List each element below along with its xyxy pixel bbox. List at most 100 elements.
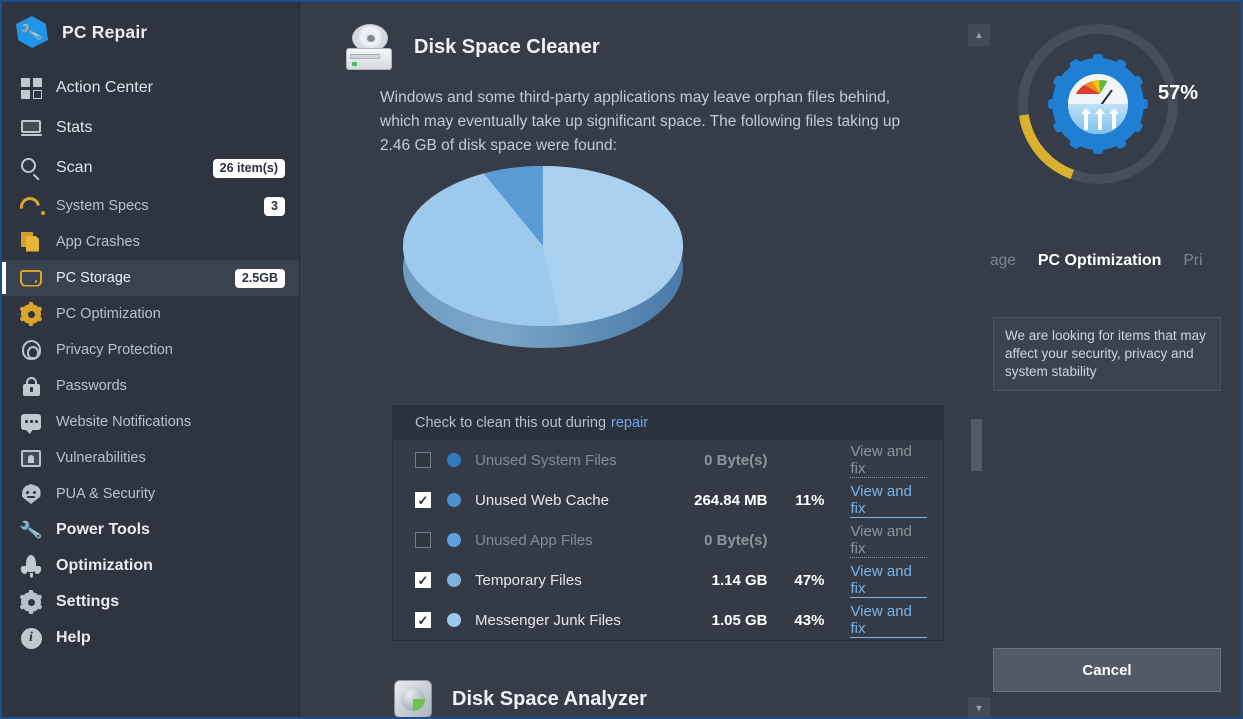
sidebar-item-label: Vulnerabilities	[56, 450, 146, 466]
search-icon	[20, 157, 42, 181]
sidebar-item-settings[interactable]: Settings	[2, 584, 299, 620]
lock-icon	[20, 375, 42, 397]
row-size: 1.14 GB	[711, 571, 768, 589]
sidebar-item-vulnerabilities[interactable]: Vulnerabilities	[2, 440, 299, 476]
sidebar-item-label: App Crashes	[56, 234, 140, 250]
row-size: 264.84 MB	[694, 491, 768, 509]
sidebar-item-pc-storage[interactable]: PC Storage 2.5GB	[2, 260, 299, 296]
table-header-text: Check to clean this out during	[415, 415, 607, 431]
row-color-dot	[447, 453, 461, 467]
analyzer-title: Disk Space Analyzer	[452, 687, 647, 710]
table-row[interactable]: Messenger Junk Files 1.05 GB 43% View and f…	[393, 600, 943, 640]
row-size: 0 Byte(s)	[704, 531, 768, 549]
table-rows: Unused System Files 0 Byte(s) View and fix…	[393, 440, 943, 640]
row-color-dot	[447, 613, 461, 627]
panel-tabs: age PC Optimization Pri	[990, 248, 1241, 274]
sidebar: 🔧 PC Repair Action Center Stats Scan 26 ite…	[2, 2, 300, 717]
sidebar-item-app-crashes[interactable]: App Crashes	[2, 224, 299, 260]
sidebar-item-system-specs[interactable]: System Specs 3	[2, 188, 299, 224]
sidebar-item-label: Privacy Protection	[56, 342, 173, 358]
row-size: 0 Byte(s)	[704, 451, 768, 469]
sidebar-item-label: Settings	[56, 593, 120, 610]
sidebar-item-optimization[interactable]: Optimization	[2, 548, 299, 584]
main-content: Disk Space Cleaner Windows and some thir…	[300, 2, 980, 717]
pie-chart	[300, 158, 980, 368]
sidebar-item-badge: 26 item(s)	[212, 158, 285, 178]
app-window: 🔧 PC Repair Action Center Stats Scan 26 ite…	[0, 0, 1243, 719]
scroll-down-button[interactable]: ▼	[968, 697, 990, 717]
sidebar-item-help[interactable]: i Help	[2, 620, 299, 656]
sidebar-item-power-tools[interactable]: 🔧 Power Tools	[2, 512, 299, 548]
optimization-gear-gauge-icon	[1048, 54, 1148, 154]
gear-icon	[19, 590, 43, 614]
row-view-and-fix-link[interactable]: View and fix	[850, 483, 927, 518]
right-panel: 57% age PC Optimization Pri We are looking…	[990, 2, 1241, 717]
table-row[interactable]: Unused App Files 0 Byte(s) View and fix	[393, 520, 943, 560]
hard-disk-pie-icon	[392, 678, 436, 717]
tab-pri[interactable]: Pri	[1183, 252, 1202, 270]
row-percent: 43%	[794, 611, 825, 629]
sidebar-item-label: Website Notifications	[56, 414, 192, 430]
sidebar-item-scan[interactable]: Scan 26 item(s)	[2, 148, 299, 188]
grid-icon	[20, 77, 42, 99]
fingerprint-icon	[20, 339, 42, 361]
table-row[interactable]: Temporary Files 1.14 GB 47% View and fix	[393, 560, 943, 600]
row-checkbox[interactable]	[415, 532, 431, 548]
sidebar-item-action-center[interactable]: Action Center	[2, 68, 299, 108]
sidebar-item-pua-security[interactable]: PUA & Security	[2, 476, 299, 512]
sidebar-item-label: Stats	[56, 119, 93, 136]
app-logo-icon: 🔧	[16, 16, 48, 48]
scrollbar-thumb[interactable]	[971, 419, 982, 471]
disk-space-analyzer-header[interactable]: Disk Space Analyzer	[346, 670, 647, 717]
sidebar-item-passwords[interactable]: Passwords	[2, 368, 299, 404]
row-name: Messenger Junk Files	[475, 611, 621, 629]
row-checkbox[interactable]	[415, 492, 431, 508]
row-size: 1.05 GB	[711, 611, 768, 629]
row-view-and-fix-link[interactable]: View and fix	[850, 443, 927, 478]
sidebar-item-label: Scan	[56, 159, 93, 176]
row-view-and-fix-link[interactable]: View and fix	[850, 563, 927, 598]
row-percent: 47%	[794, 571, 825, 589]
disk-space-cleaner-header: Disk Space Cleaner	[300, 2, 980, 70]
table-row[interactable]: Unused System Files 0 Byte(s) View and fix	[393, 440, 943, 480]
rocket-icon	[20, 555, 42, 578]
row-color-dot	[447, 493, 461, 507]
gauge-percent-label: 57%	[1158, 82, 1199, 104]
wrench-icon: 🔧	[18, 518, 44, 541]
chat-bubble-icon	[20, 411, 42, 434]
row-checkbox[interactable]	[415, 612, 431, 628]
sidebar-nav: Action Center Stats Scan 26 item(s) System S…	[2, 68, 299, 656]
sidebar-item-website-notifications[interactable]: Website Notifications	[2, 404, 299, 440]
sidebar-item-label: PC Storage	[56, 270, 131, 286]
main-scrollbar[interactable]: ▲ ▼	[968, 24, 990, 717]
scroll-up-button[interactable]: ▲	[968, 24, 990, 46]
sidebar-item-label: PUA & Security	[56, 486, 156, 502]
tab-age[interactable]: age	[990, 252, 1016, 270]
row-checkbox[interactable]	[415, 572, 431, 588]
cancel-button[interactable]: Cancel	[993, 648, 1221, 692]
sidebar-item-stats[interactable]: Stats	[2, 108, 299, 148]
sidebar-item-badge: 3	[264, 196, 285, 216]
row-color-dot	[447, 573, 461, 587]
tab-pc-optimization[interactable]: PC Optimization	[1038, 252, 1162, 270]
sidebar-item-label: Power Tools	[56, 521, 150, 538]
sidebar-item-label: Help	[56, 629, 91, 646]
sidebar-item-label: PC Optimization	[56, 306, 161, 322]
sidebar-item-pc-optimization[interactable]: PC Optimization	[2, 296, 299, 332]
window-lock-icon	[20, 447, 42, 469]
repair-link[interactable]: repair	[611, 415, 648, 431]
sidebar-item-badge: 2.5GB	[234, 268, 285, 288]
table-row[interactable]: Unused Web Cache 264.84 MB 11% View and fix	[393, 480, 943, 520]
optimization-gauge: 57% age PC Optimization Pri	[990, 2, 1241, 269]
sidebar-item-privacy-protection[interactable]: Privacy Protection	[2, 332, 299, 368]
status-tooltip: We are looking for items that may affect…	[993, 317, 1221, 391]
section-description: Windows and some third-party application…	[380, 89, 901, 154]
row-view-and-fix-link[interactable]: View and fix	[850, 603, 927, 638]
row-view-and-fix-link[interactable]: View and fix	[850, 523, 927, 558]
laptop-icon	[20, 117, 42, 139]
info-icon: i	[20, 627, 42, 649]
table-header: Check to clean this out during repair	[393, 406, 943, 440]
row-percent: 11%	[795, 491, 825, 509]
row-checkbox[interactable]	[415, 452, 431, 468]
files-icon	[20, 231, 42, 253]
